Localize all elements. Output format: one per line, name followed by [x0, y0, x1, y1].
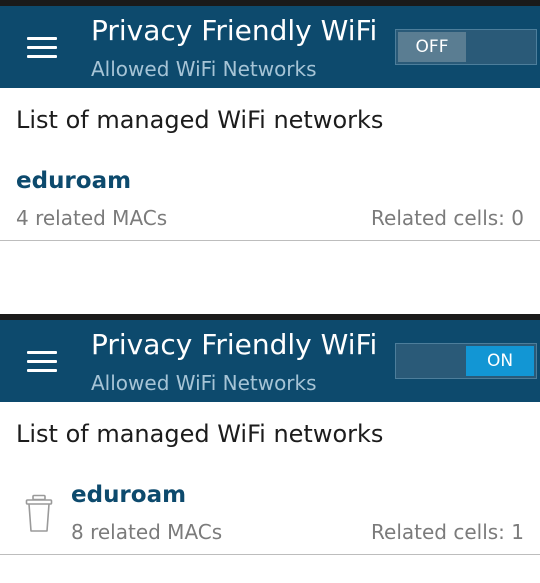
list-heading: List of managed WiFi networks — [16, 106, 384, 134]
screen-on-state: Privacy Friendly WiFi Allowed WiFi Netwo… — [0, 314, 540, 583]
list-divider — [0, 240, 540, 241]
related-macs: 8 related MACs — [71, 520, 223, 544]
app-bar: Privacy Friendly WiFi Allowed WiFi Netwo… — [0, 320, 540, 402]
related-cells: Related cells: 0 — [371, 206, 524, 230]
trash-icon[interactable] — [24, 494, 54, 534]
app-subtitle: Allowed WiFi Networks — [91, 57, 317, 81]
wifi-toggle[interactable]: ON — [395, 343, 537, 379]
network-name: eduroam — [16, 168, 132, 194]
toggle-knob: OFF — [398, 32, 466, 62]
menu-icon[interactable] — [27, 351, 57, 373]
app-bar: Privacy Friendly WiFi Allowed WiFi Netwo… — [0, 6, 540, 88]
related-cells: Related cells: 1 — [371, 520, 524, 544]
menu-icon[interactable] — [27, 37, 57, 59]
related-macs: 4 related MACs — [16, 206, 168, 230]
network-name: eduroam — [71, 482, 187, 508]
network-list-item[interactable]: eduroam 4 related MACs Related cells: 0 — [0, 160, 540, 241]
wifi-toggle[interactable]: OFF — [395, 29, 537, 65]
list-divider — [0, 554, 540, 555]
app-title: Privacy Friendly WiFi — [91, 14, 378, 47]
toggle-knob: ON — [466, 346, 534, 376]
app-title: Privacy Friendly WiFi — [91, 328, 378, 361]
app-subtitle: Allowed WiFi Networks — [91, 371, 317, 395]
network-list-item[interactable]: eduroam 8 related MACs Related cells: 1 — [0, 474, 540, 555]
list-heading: List of managed WiFi networks — [16, 420, 384, 448]
screen-off-state: Privacy Friendly WiFi Allowed WiFi Netwo… — [0, 0, 540, 310]
